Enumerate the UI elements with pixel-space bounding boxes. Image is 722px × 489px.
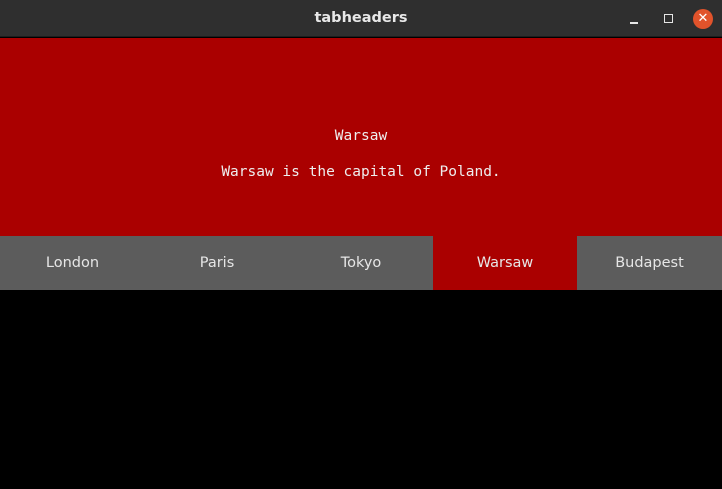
tab-budapest[interactable]: Budapest — [577, 236, 722, 290]
empty-area — [0, 290, 722, 489]
close-button[interactable]: ✕ — [693, 9, 713, 29]
minimize-button[interactable] — [624, 9, 644, 29]
content-heading: Warsaw — [334, 128, 388, 144]
tab-bar: London Paris Tokyo Warsaw Budapest — [0, 236, 722, 290]
tab-paris[interactable]: Paris — [145, 236, 289, 290]
tab-london[interactable]: London — [0, 236, 145, 290]
app-window: tabheaders ✕ Warsaw Warsaw is the capita… — [0, 0, 722, 489]
tab-warsaw[interactable]: Warsaw — [433, 236, 577, 290]
maximize-button[interactable] — [659, 9, 679, 29]
window-title: tabheaders — [314, 10, 408, 26]
title-bar[interactable]: tabheaders ✕ — [0, 0, 722, 37]
tab-content-panel: Warsaw Warsaw is the capital of Poland. — [0, 38, 722, 236]
tab-tokyo[interactable]: Tokyo — [289, 236, 433, 290]
content-body-text: Warsaw is the capital of Poland. — [221, 164, 501, 180]
